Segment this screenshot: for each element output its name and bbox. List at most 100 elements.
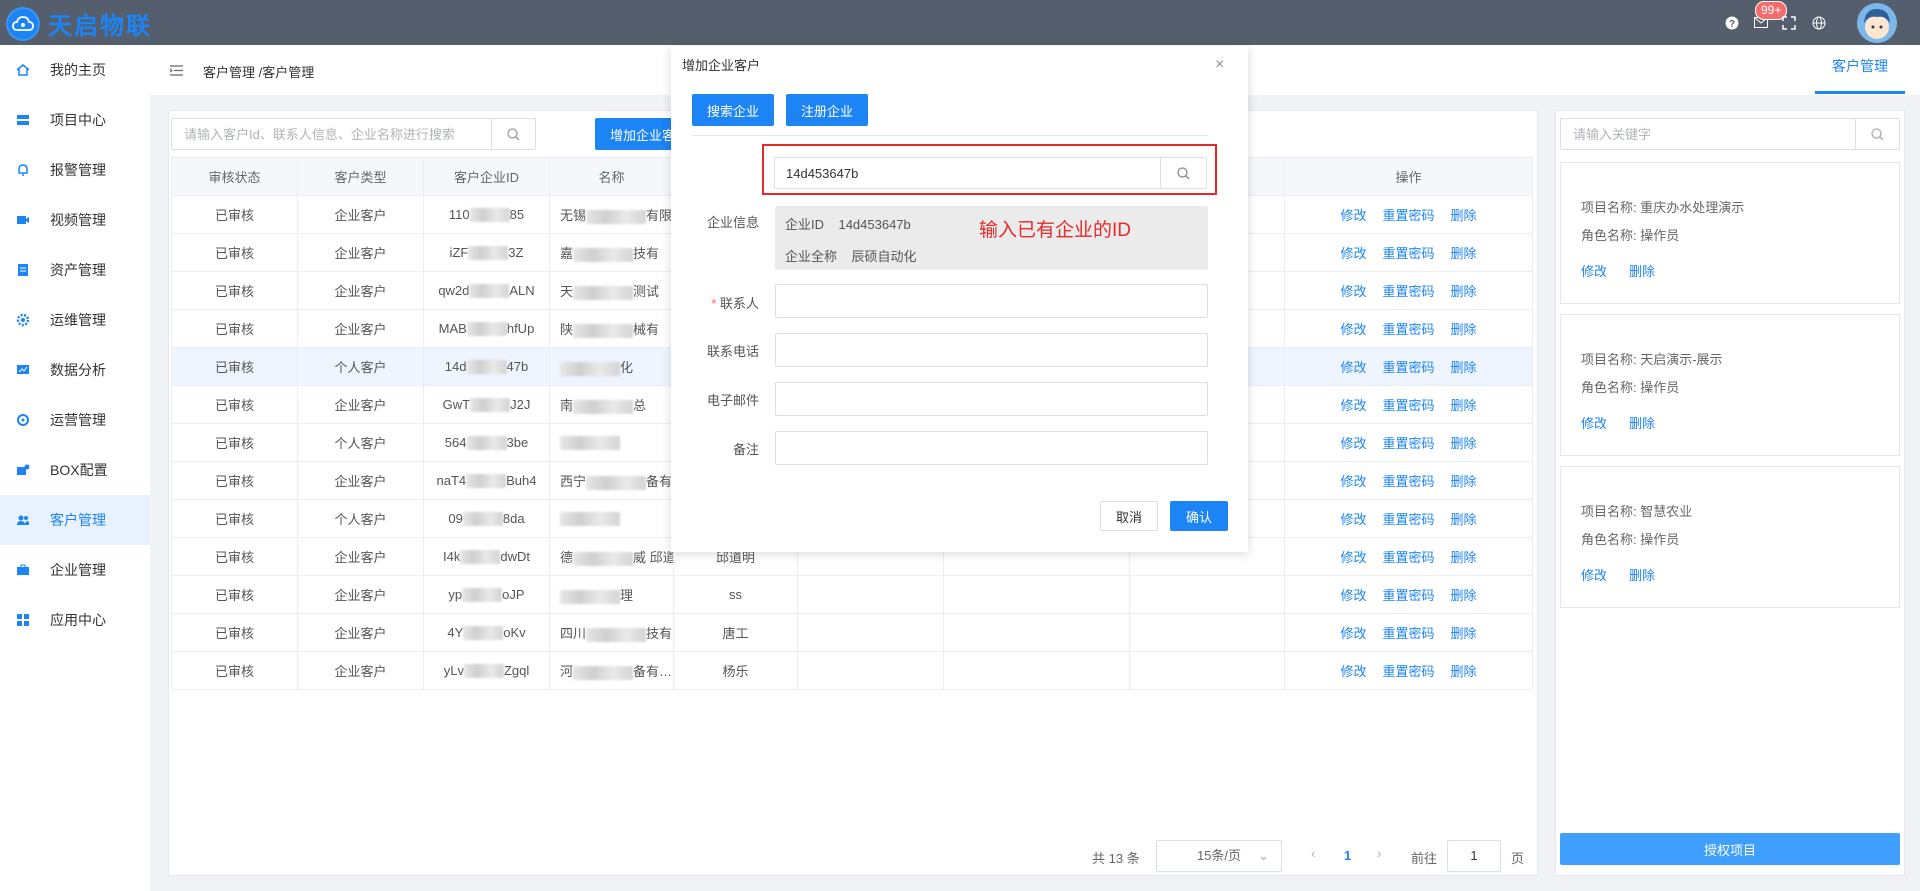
edit-link[interactable]: 修改 [1340,398,1366,413]
next-page-icon[interactable]: › [1377,846,1381,878]
sidebar-item-label: 项目中心 [50,112,106,128]
delete-link[interactable]: 删除 [1451,398,1477,413]
sidebar-item[interactable]: 客户管理 [0,495,150,545]
reset-password-link[interactable]: 重置密码 [1382,550,1434,565]
name-cell: 陕械有 [549,309,674,348]
sidebar-item[interactable]: 运营管理 [0,395,150,445]
role-name: 角色名称: 操作员 [1581,228,1680,243]
search-enterprise-button[interactable]: 搜索企业 [692,94,775,126]
reset-password-link[interactable]: 重置密码 [1382,208,1434,223]
reset-password-link[interactable]: 重置密码 [1382,322,1434,337]
reset-password-link[interactable]: 重置密码 [1382,588,1434,603]
delete-link[interactable]: 删除 [1629,264,1655,279]
edit-link[interactable]: 修改 [1581,568,1607,583]
delete-link[interactable]: 删除 [1451,284,1477,299]
edit-link[interactable]: 修改 [1340,322,1366,337]
avatar[interactable] [1857,3,1897,43]
column-header: 操作 [1284,157,1533,196]
fullscreen-icon[interactable] [1782,16,1796,30]
actions-cell: 修改 重置密码 删除 [1284,461,1533,500]
reset-password-link[interactable]: 重置密码 [1382,246,1434,261]
table-row[interactable]: 已审核 企业客户 yp oJP 理 ss 修改 重置密码 删除 [171,575,1533,614]
reset-password-link[interactable]: 重置密码 [1382,360,1434,375]
cancel-button[interactable]: 取消 [1100,501,1158,531]
globe-icon[interactable] [1812,16,1826,30]
search-icon[interactable] [491,119,535,149]
edit-link[interactable]: 修改 [1340,208,1366,223]
sidebar-item[interactable]: BOX配置 [0,445,150,495]
close-icon[interactable]: × [1215,56,1224,74]
menu-toggle-icon[interactable] [169,64,183,76]
delete-link[interactable]: 删除 [1451,436,1477,451]
help-icon[interactable]: ? [1725,16,1739,30]
sidebar-item-label: 视频管理 [50,212,106,228]
delete-link[interactable]: 删除 [1451,512,1477,527]
reset-password-link[interactable]: 重置密码 [1382,626,1434,641]
remark-input[interactable] [775,431,1208,465]
search-icon[interactable] [1855,119,1899,149]
sidebar-item[interactable]: 视频管理 [0,195,150,245]
id-cell: naT4 Buh4 [423,461,550,500]
edit-link[interactable]: 修改 [1340,360,1366,375]
goto-page-input[interactable]: 1 [1447,840,1501,872]
home-icon [16,63,30,77]
delete-link[interactable]: 删除 [1451,588,1477,603]
reset-password-link[interactable]: 重置密码 [1382,398,1434,413]
email-input[interactable] [775,382,1208,416]
table-row[interactable]: 已审核 企业客户 4YoKv 四川技有… 唐工 修改 重置密码 删除 [171,613,1533,652]
confirm-button[interactable]: 确认 [1170,501,1228,531]
delete-link[interactable]: 删除 [1451,208,1477,223]
delete-link[interactable]: 删除 [1451,664,1477,679]
page-1[interactable]: 1 [1344,848,1351,880]
authorize-project-button[interactable]: 授权项目 [1560,833,1900,865]
sidebar-item[interactable]: 应用中心 [0,595,150,645]
delete-link[interactable]: 删除 [1629,416,1655,431]
sidebar-item[interactable]: 资产管理 [0,245,150,295]
edit-link[interactable]: 修改 [1340,284,1366,299]
delete-link[interactable]: 删除 [1451,322,1477,337]
edit-link[interactable]: 修改 [1581,416,1607,431]
page-size-value: 15条/页 [1196,848,1242,863]
register-enterprise-button[interactable]: 注册企业 [786,94,869,126]
edit-link[interactable]: 修改 [1340,474,1366,489]
edit-link[interactable]: 修改 [1340,550,1366,565]
reset-password-link[interactable]: 重置密码 [1382,284,1434,299]
reset-password-link[interactable]: 重置密码 [1382,436,1434,451]
edit-link[interactable]: 修改 [1340,588,1366,603]
delete-link[interactable]: 删除 [1451,360,1477,375]
prev-page-icon[interactable]: ‹ [1311,846,1315,878]
edit-link[interactable]: 修改 [1340,246,1366,261]
contact-input[interactable] [775,284,1208,318]
delete-link[interactable]: 删除 [1451,246,1477,261]
sidebar-item-label: 报警管理 [50,162,106,178]
delete-link[interactable]: 删除 [1451,550,1477,565]
sidebar-item[interactable]: 我的主页 [0,45,150,95]
customer-search-input[interactable] [172,119,472,149]
keyword-search-input[interactable] [1561,119,1851,149]
edit-link[interactable]: 修改 [1340,512,1366,527]
reset-password-link[interactable]: 重置密码 [1382,664,1434,679]
reset-password-link[interactable]: 重置密码 [1382,512,1434,527]
page-size-select[interactable]: 15条/页 ⌄ [1156,840,1282,872]
delete-link[interactable]: 删除 [1451,474,1477,489]
edit-link[interactable]: 修改 [1340,664,1366,679]
sidebar-item[interactable]: 企业管理 [0,545,150,595]
actions-cell: 修改 重置密码 删除 [1284,423,1533,462]
delete-link[interactable]: 删除 [1629,568,1655,583]
name-cell: 南总 [549,385,674,424]
table-row[interactable]: 已审核 企业客户 yLv Zgql 河备有… 杨乐 修改 重置密码 删除 [171,651,1533,690]
sidebar-item[interactable]: 运维管理 [0,295,150,345]
empty-cell [943,575,1130,614]
tab-customer-management[interactable]: 客户管理 [1815,46,1905,94]
phone-input[interactable] [775,333,1208,367]
sidebar-item[interactable]: 数据分析 [0,345,150,395]
email-label: 电子邮件 [706,393,759,408]
remark-cell [1129,651,1285,690]
edit-link[interactable]: 修改 [1581,264,1607,279]
sidebar-item[interactable]: 报警管理 [0,145,150,195]
delete-link[interactable]: 删除 [1451,626,1477,641]
sidebar-item[interactable]: 项目中心 [0,95,150,145]
edit-link[interactable]: 修改 [1340,626,1366,641]
edit-link[interactable]: 修改 [1340,436,1366,451]
reset-password-link[interactable]: 重置密码 [1382,474,1434,489]
